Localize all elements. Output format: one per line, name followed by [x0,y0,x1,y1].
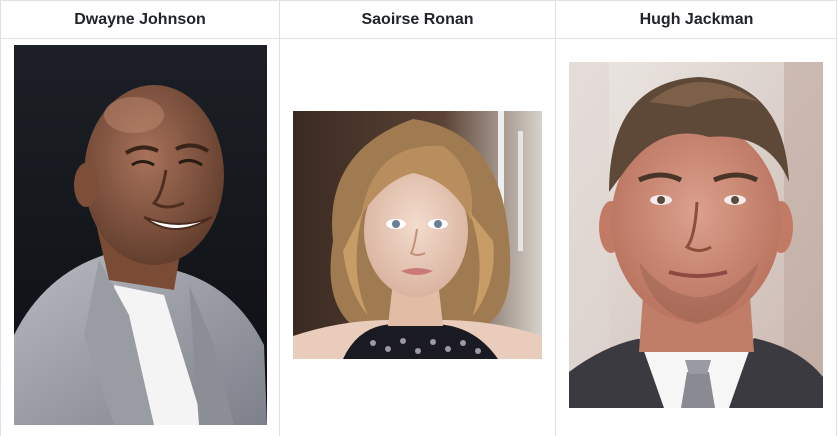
column-header: Saoirse Ronan [280,1,555,39]
column-saoirse-ronan: Saoirse Ronan [280,1,556,436]
portrait-dwayne-johnson-icon [14,45,267,425]
portrait-image [293,111,542,359]
portrait-saoirse-ronan-icon [293,111,542,359]
portrait-image [14,45,267,425]
column-dwayne-johnson: Dwayne Johnson [1,1,280,436]
column-header: Dwayne Johnson [1,1,279,39]
column-header: Hugh Jackman [556,1,837,39]
portrait-image [569,62,823,408]
celebrity-table: Dwayne Johnson Saoirse Ronan Hugh Jackma… [0,0,837,436]
column-hugh-jackman: Hugh Jackman [556,1,837,436]
portrait-hugh-jackman-icon [569,62,823,408]
